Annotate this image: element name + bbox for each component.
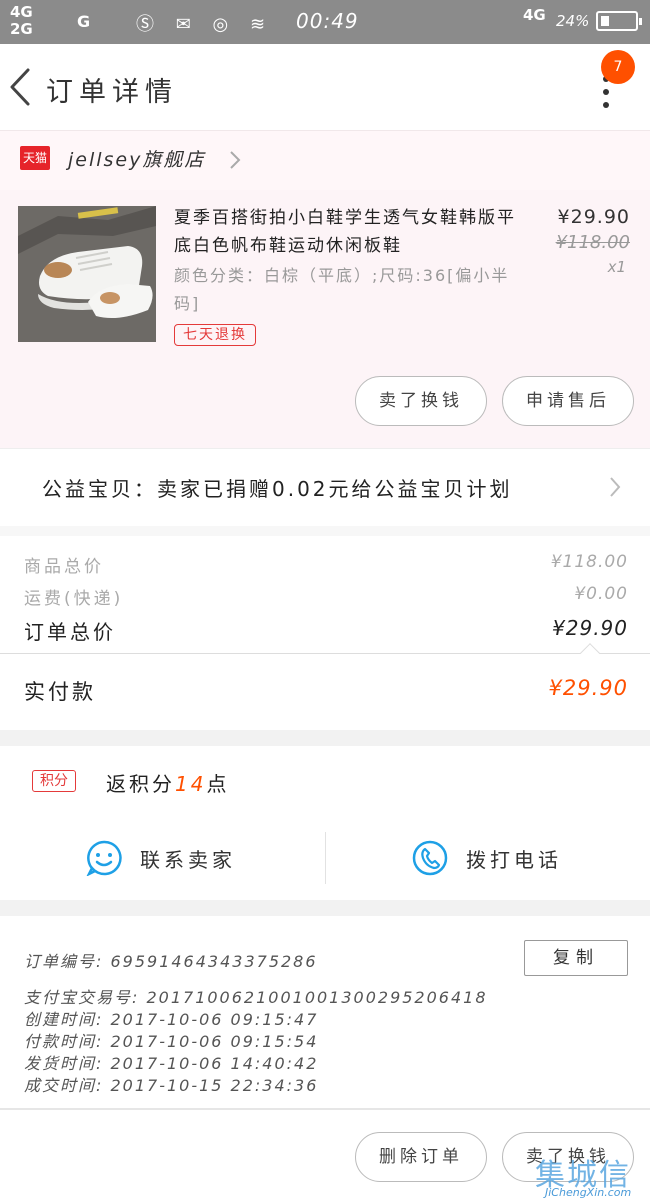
delete-order-button[interactable]: 删除订单 xyxy=(355,1132,487,1182)
signal-indicator: 4G 2G xyxy=(10,4,33,38)
points-amount: 14 xyxy=(175,772,207,796)
points-text: 返积分14点 xyxy=(106,768,229,797)
contact-seller-label: 联系卖家 xyxy=(140,848,236,872)
price-summary: 商品总价 ¥118.00 运费(快递) ¥0.00 订单总价 ¥29.90 实付… xyxy=(0,526,650,730)
clock: 00:49 xyxy=(296,9,359,33)
shop-header[interactable]: 天猫 jellsey旗舰店 xyxy=(0,130,650,190)
watermark-url: JiChengXin.com xyxy=(545,1186,632,1199)
charity-row[interactable]: 公益宝贝：卖家已捐赠0.02元给公益宝贝计划 xyxy=(0,448,650,526)
phone-icon xyxy=(412,840,448,876)
shipping-value: ¥0.00 xyxy=(574,584,628,604)
charity-text: 公益宝贝：卖家已捐赠0.02元给公益宝贝计划 xyxy=(42,477,513,501)
signal-2g-label: 2G xyxy=(10,20,33,38)
points-prefix: 返积分 xyxy=(106,772,175,796)
order-total-value: ¥29.90 xyxy=(552,616,628,640)
paid-label: 实付款 xyxy=(24,680,96,704)
goods-total-label: 商品总价 xyxy=(24,557,104,577)
chat-face-icon xyxy=(86,840,122,876)
network-type: 4G xyxy=(523,6,546,24)
order-number: 订单编号: 69591464343375286 xyxy=(24,952,318,971)
watermark-logo: 集城信 JiChengXin.com xyxy=(533,1150,650,1201)
order-total-label: 订单总价 xyxy=(24,620,116,644)
call-phone-button[interactable]: 拨打电话 xyxy=(326,818,650,900)
divider-notch xyxy=(580,643,600,663)
shipping-label: 运费(快递) xyxy=(24,589,124,609)
points-row: 积分 返积分14点 xyxy=(0,746,650,818)
battery-percent: 24% xyxy=(556,12,590,30)
order-item[interactable]: 夏季百搭街拍小白鞋学生透气女鞋韩版平底白色帆布鞋运动休闲板鞋 颜色分类：白棕（平… xyxy=(0,190,650,448)
points-badge: 积分 xyxy=(32,770,76,792)
product-thumbnail[interactable] xyxy=(18,206,156,342)
product-sku: 颜色分类：白棕（平底）;尺码:36[偏小半码] xyxy=(174,266,510,313)
chevron-right-icon xyxy=(230,151,241,169)
completed-time: 成交时间: 2017-10-15 22:34:36 xyxy=(24,1076,319,1095)
nav-bar: 订单详情 7 xyxy=(0,44,650,130)
item-original-price: ¥118.00 xyxy=(555,232,630,253)
points-suffix: 点 xyxy=(206,772,230,796)
notification-badge: 7 xyxy=(601,50,635,84)
goods-total-value: ¥118.00 xyxy=(550,552,628,572)
tmall-logo-icon: 天猫 xyxy=(20,146,50,170)
seven-day-return-tag: 七天退换 xyxy=(174,324,256,346)
back-arrow-icon[interactable] xyxy=(8,64,38,110)
created-time: 创建时间: 2017-10-06 09:15:47 xyxy=(24,1010,319,1029)
divider xyxy=(0,653,650,654)
order-info: 订单编号: 69591464343375286 复制 支付宝交易号: 20171… xyxy=(0,916,650,1108)
notification-icons: Ⓢ ✉ ◎ ≋ xyxy=(136,14,274,35)
copy-button[interactable]: 复制 xyxy=(524,940,628,976)
sell-for-cash-button[interactable]: 卖了换钱 xyxy=(355,376,487,426)
product-name[interactable]: 夏季百搭街拍小白鞋学生透气女鞋韩版平底白色帆布鞋运动休闲板鞋 xyxy=(174,204,524,260)
signal-4g-label: 4G xyxy=(10,3,33,21)
signal-g-label: G xyxy=(77,12,91,31)
item-quantity: x1 xyxy=(607,258,626,276)
call-phone-label: 拨打电话 xyxy=(466,848,562,872)
contact-seller-button[interactable]: 联系卖家 xyxy=(0,818,325,900)
chevron-right-icon xyxy=(610,477,621,497)
after-sale-button[interactable]: 申请售后 xyxy=(502,376,634,426)
item-price: ¥29.90 xyxy=(557,206,630,228)
contact-bar: 联系卖家 拨打电话 xyxy=(0,818,650,900)
status-bar: 4G 2G G Ⓢ ✉ ◎ ≋ 00:49 4G 24% xyxy=(0,0,650,44)
page-title: 订单详情 xyxy=(46,77,178,108)
paid-time: 付款时间: 2017-10-06 09:15:54 xyxy=(24,1032,319,1051)
battery-icon xyxy=(596,11,642,31)
paid-value: ¥29.90 xyxy=(548,676,628,700)
shipped-time: 发货时间: 2017-10-06 14:40:42 xyxy=(24,1054,319,1073)
alipay-number: 支付宝交易号: 2017100621001001300295206418 xyxy=(24,988,488,1007)
shop-name[interactable]: jellsey旗舰店 xyxy=(68,145,205,172)
